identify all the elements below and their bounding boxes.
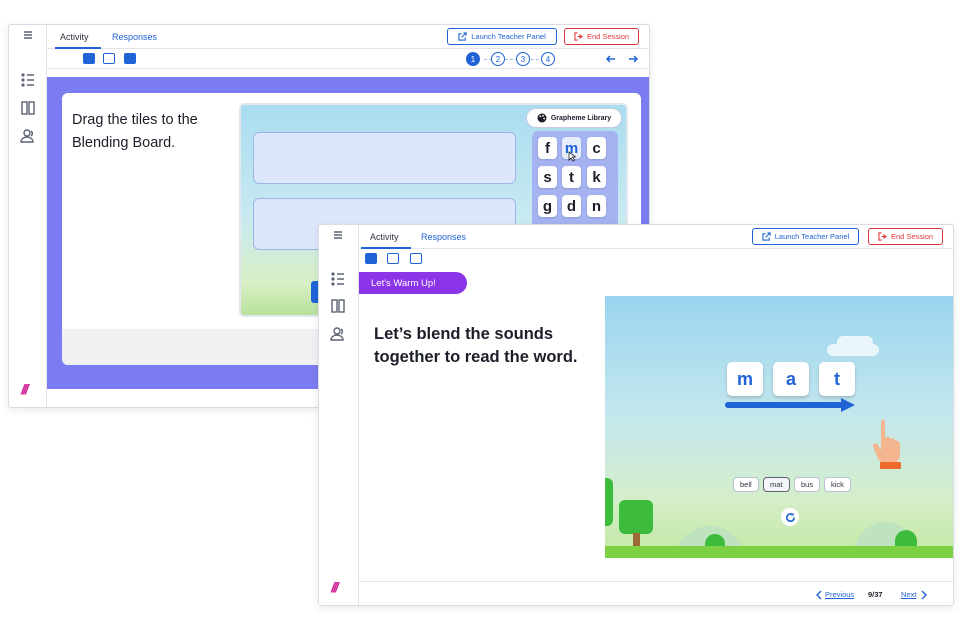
grapheme-tile[interactable]: d	[562, 195, 581, 217]
external-link-icon	[458, 32, 467, 41]
instruction-text: Drag the tiles to the Blending Board.	[72, 112, 198, 151]
word-tile: a	[773, 362, 809, 396]
warm-up-banner: Let's Warm Up!	[359, 272, 467, 294]
grapheme-tile[interactable]: g	[538, 195, 557, 217]
users-icon[interactable]	[328, 325, 348, 343]
previous-link[interactable]: Previous	[825, 590, 854, 599]
side-rail: ///	[319, 225, 359, 605]
word-choice-chip[interactable]: kick	[824, 477, 851, 492]
exit-icon	[574, 32, 583, 41]
end-session-label: End Session	[890, 232, 934, 241]
grapheme-tile[interactable]: k	[587, 166, 606, 188]
word-choice-chip[interactable]: bus	[794, 477, 821, 492]
word-tile: m	[727, 362, 763, 396]
end-session-button[interactable]: End Session	[564, 28, 639, 45]
tab-responses[interactable]: Responses	[421, 232, 466, 242]
replay-button[interactable]	[781, 508, 799, 526]
tab-activity[interactable]: Activity	[60, 32, 89, 42]
collapse-left-icon[interactable]	[83, 53, 95, 64]
step-1[interactable]: 1	[466, 52, 480, 66]
grapheme-tile[interactable]: n	[587, 195, 606, 217]
ground	[605, 546, 953, 558]
collapse-right-icon[interactable]	[124, 53, 136, 64]
launch-teacher-panel-button[interactable]: Launch Teacher Panel	[752, 228, 859, 245]
end-session-button[interactable]: End Session	[868, 228, 943, 245]
tab-bar: Activity Responses Launch Teacher Panel …	[47, 25, 649, 49]
pointing-hand-icon	[872, 419, 901, 469]
warm-up-label: Let's Warm Up!	[371, 277, 436, 289]
menu-icon[interactable]	[328, 227, 348, 245]
expand-icon[interactable]	[387, 253, 399, 264]
arrow-right-icon[interactable]	[627, 53, 639, 65]
replay-icon	[785, 512, 795, 522]
word-tile: t	[819, 362, 855, 396]
blend-arrow-icon	[725, 398, 855, 412]
word-choice-chip[interactable]: bell	[733, 477, 759, 492]
cursor-icon	[568, 151, 577, 162]
grapheme-tile[interactable]: f	[538, 137, 557, 159]
chevron-left-icon[interactable]	[815, 590, 823, 600]
pagination-bar: Previous 9/37 Next	[359, 581, 953, 605]
small-bush	[895, 530, 917, 546]
grapheme-tile[interactable]: t	[562, 166, 581, 188]
step-2[interactable]: 2	[491, 52, 505, 66]
list-icon[interactable]	[18, 71, 38, 89]
front-window: /// Activity Responses Launch Teacher Pa…	[318, 224, 954, 606]
tree-crown	[619, 500, 653, 534]
instruction-text: Let’s blend the sounds together to read …	[374, 325, 578, 366]
toolbar	[359, 249, 953, 269]
page-indicator: 9/37	[868, 590, 883, 599]
cloud	[827, 344, 879, 356]
next-link[interactable]: Next	[901, 590, 916, 599]
brand-logo: ///	[331, 579, 339, 595]
step-4[interactable]: 4	[541, 52, 555, 66]
blending-slot-1[interactable]	[253, 132, 516, 184]
grapheme-tile[interactable]: s	[538, 166, 557, 188]
split-view-icon[interactable]	[103, 53, 115, 64]
brand-logo: ///	[21, 381, 29, 397]
collapse-right-icon[interactable]	[410, 253, 422, 264]
launch-teacher-panel-button[interactable]: Launch Teacher Panel	[447, 28, 557, 45]
menu-icon[interactable]	[18, 27, 38, 45]
users-icon[interactable]	[18, 127, 38, 145]
grapheme-tile[interactable]: c	[587, 137, 606, 159]
book-icon[interactable]	[328, 297, 348, 315]
collapse-left-icon[interactable]	[365, 253, 377, 264]
step-3[interactable]: 3	[516, 52, 530, 66]
book-icon[interactable]	[18, 99, 38, 117]
word-scene: m a t bell mat bus kick	[605, 296, 953, 558]
tab-activity[interactable]: Activity	[370, 232, 399, 242]
toolbar: 1 2 3 4	[47, 49, 649, 69]
tab-responses[interactable]: Responses	[112, 32, 157, 42]
word-choice-chip-selected[interactable]: mat	[763, 477, 790, 492]
tab-bar: Activity Responses Launch Teacher Panel …	[359, 225, 953, 249]
bush	[605, 478, 613, 526]
grapheme-library-button[interactable]: Grapheme Library	[526, 108, 622, 128]
chevron-right-icon[interactable]	[920, 590, 928, 600]
grapheme-library-label: Grapheme Library	[550, 114, 612, 122]
arrow-left-icon[interactable]	[605, 53, 617, 65]
palette-icon	[537, 113, 547, 123]
side-rail: ///	[9, 25, 47, 407]
exit-icon	[878, 232, 887, 241]
list-icon[interactable]	[328, 270, 348, 288]
launch-teacher-panel-label: Launch Teacher Panel	[471, 32, 546, 41]
end-session-label: End Session	[586, 32, 630, 41]
launch-teacher-panel-label: Launch Teacher Panel	[774, 232, 850, 241]
external-link-icon	[762, 232, 771, 241]
